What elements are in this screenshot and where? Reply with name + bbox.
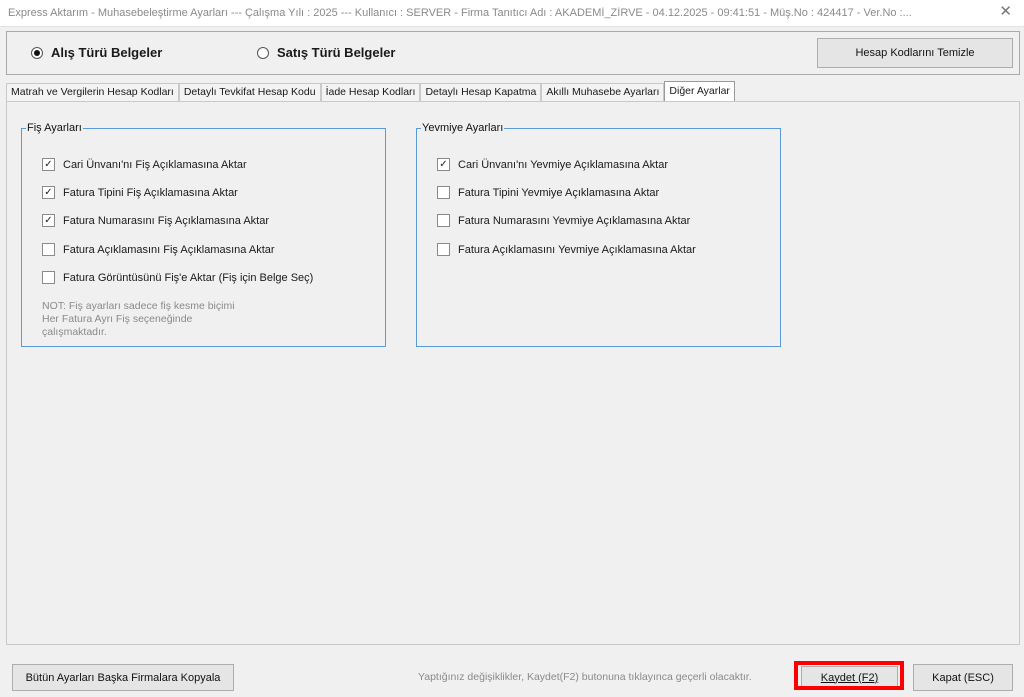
- radio-satis-label: Satış Türü Belgeler: [277, 45, 396, 60]
- checkbox-checked-icon: ✓: [437, 158, 450, 171]
- fis-settings-note: NOT: Fiş ayarları sadece fiş kesme biçim…: [42, 300, 282, 339]
- checkbox-fatura-tipi-fis[interactable]: ✓ Fatura Tipini Fiş Açıklamasına Aktar: [42, 186, 238, 199]
- checkbox-label: Fatura Tipini Yevmiye Açıklamasına Aktar: [458, 186, 660, 199]
- tab-akilli-muhasebe[interactable]: Akıllı Muhasebe Ayarları: [541, 83, 665, 101]
- save-info-text: Yaptığınız değişiklikler, Kaydet(F2) but…: [418, 671, 752, 683]
- save-button-highlight: [794, 661, 904, 690]
- checkbox-label: Cari Ünvanı'nı Fiş Açıklamasına Aktar: [63, 158, 247, 171]
- copy-settings-button[interactable]: Bütün Ayarları Başka Firmalara Kopyala: [12, 664, 234, 691]
- checkbox-checked-icon: ✓: [42, 158, 55, 171]
- radio-alis-label: Alış Türü Belgeler: [51, 45, 163, 60]
- checkbox-unchecked-icon: [437, 186, 450, 199]
- settings-tabs: Matrah ve Vergilerin Hesap Kodları Detay…: [6, 81, 735, 102]
- checkbox-unchecked-icon: [42, 271, 55, 284]
- radio-alis-turu[interactable]: Alış Türü Belgeler: [31, 45, 162, 60]
- checkbox-fatura-tipi-yevmiye[interactable]: Fatura Tipini Yevmiye Açıklamasına Aktar: [437, 186, 659, 199]
- yevmiye-settings-group: Yevmiye Ayarları ✓ Cari Ünvanı'nı Yevmiy…: [416, 122, 781, 347]
- document-type-bar: Alış Türü Belgeler Satış Türü Belgeler H…: [6, 31, 1020, 75]
- radio-unselected-icon: [257, 46, 269, 59]
- yevmiye-settings-legend: Yevmiye Ayarları: [422, 122, 504, 134]
- checkbox-label: Fatura Açıklamasını Fiş Açıklamasına Akt…: [63, 243, 275, 256]
- note-line: Her Fatura Ayrı Fiş seçeneğinde: [42, 313, 193, 325]
- checkbox-fatura-numarasi-fis[interactable]: ✓ Fatura Numarasını Fiş Açıklamasına Akt…: [42, 214, 269, 227]
- checkbox-fatura-aciklamasi-yevmiye[interactable]: Fatura Açıklamasını Yevmiye Açıklamasına…: [437, 243, 696, 256]
- checkbox-label: Fatura Açıklamasını Yevmiye Açıklamasına…: [458, 243, 696, 256]
- fis-settings-legend: Fiş Ayarları: [27, 122, 82, 134]
- note-line: çalışmaktadır.: [42, 326, 107, 338]
- tab-detayli-tevkifat[interactable]: Detaylı Tevkifat Hesap Kodu: [178, 83, 321, 101]
- checkbox-fatura-aciklamasi-fis[interactable]: Fatura Açıklamasını Fiş Açıklamasına Akt…: [42, 243, 275, 256]
- close-icon[interactable]: ✕: [999, 4, 1012, 20]
- checkbox-fatura-goruntusu-fis[interactable]: Fatura Görüntüsünü Fiş'e Aktar (Fiş için…: [42, 271, 313, 284]
- clear-account-codes-button[interactable]: Hesap Kodlarını Temizle: [817, 38, 1013, 68]
- checkbox-label: Fatura Görüntüsünü Fiş'e Aktar (Fiş için…: [63, 271, 314, 284]
- note-line: NOT: Fiş ayarları sadece fiş kesme biçim…: [42, 300, 235, 312]
- checkbox-checked-icon: ✓: [42, 186, 55, 199]
- checkbox-label: Fatura Numarasını Yevmiye Açıklamasına A…: [458, 214, 691, 227]
- diger-ayarlar-panel: Fiş Ayarları ✓ Cari Ünvanı'nı Fiş Açıkla…: [6, 101, 1020, 645]
- checkbox-fatura-numarasi-yevmiye[interactable]: Fatura Numarasını Yevmiye Açıklamasına A…: [437, 214, 690, 227]
- tab-iade-hesap[interactable]: İade Hesap Kodları: [320, 83, 421, 101]
- checkbox-label: Cari Ünvanı'nı Yevmiye Açıklamasına Akta…: [458, 158, 668, 171]
- checkbox-label: Fatura Numarasını Fiş Açıklamasına Aktar: [63, 214, 270, 227]
- tab-matrah-vergi[interactable]: Matrah ve Vergilerin Hesap Kodları: [6, 83, 179, 101]
- tab-diger-ayarlar[interactable]: Diğer Ayarlar: [664, 81, 735, 101]
- checkbox-cari-unvan-fis[interactable]: ✓ Cari Ünvanı'nı Fiş Açıklamasına Aktar: [42, 158, 247, 171]
- window-title: Express Aktarım - Muhasebeleştirme Ayarl…: [8, 7, 912, 19]
- checkbox-unchecked-icon: [437, 214, 450, 227]
- close-button[interactable]: Kapat (ESC): [913, 664, 1013, 691]
- checkbox-checked-icon: ✓: [42, 214, 55, 227]
- checkbox-label: Fatura Tipini Fiş Açıklamasına Aktar: [63, 186, 238, 199]
- title-bar: Express Aktarım - Muhasebeleştirme Ayarl…: [0, 0, 1024, 27]
- checkbox-unchecked-icon: [437, 243, 450, 256]
- radio-satis-turu[interactable]: Satış Türü Belgeler: [257, 45, 395, 60]
- checkbox-unchecked-icon: [42, 243, 55, 256]
- fis-settings-group: Fiş Ayarları ✓ Cari Ünvanı'nı Fiş Açıkla…: [21, 122, 386, 347]
- radio-selected-icon: [31, 46, 43, 59]
- tab-detayli-hesap-kapatma[interactable]: Detaylı Hesap Kapatma: [420, 83, 542, 101]
- checkbox-cari-unvan-yevmiye[interactable]: ✓ Cari Ünvanı'nı Yevmiye Açıklamasına Ak…: [437, 158, 668, 171]
